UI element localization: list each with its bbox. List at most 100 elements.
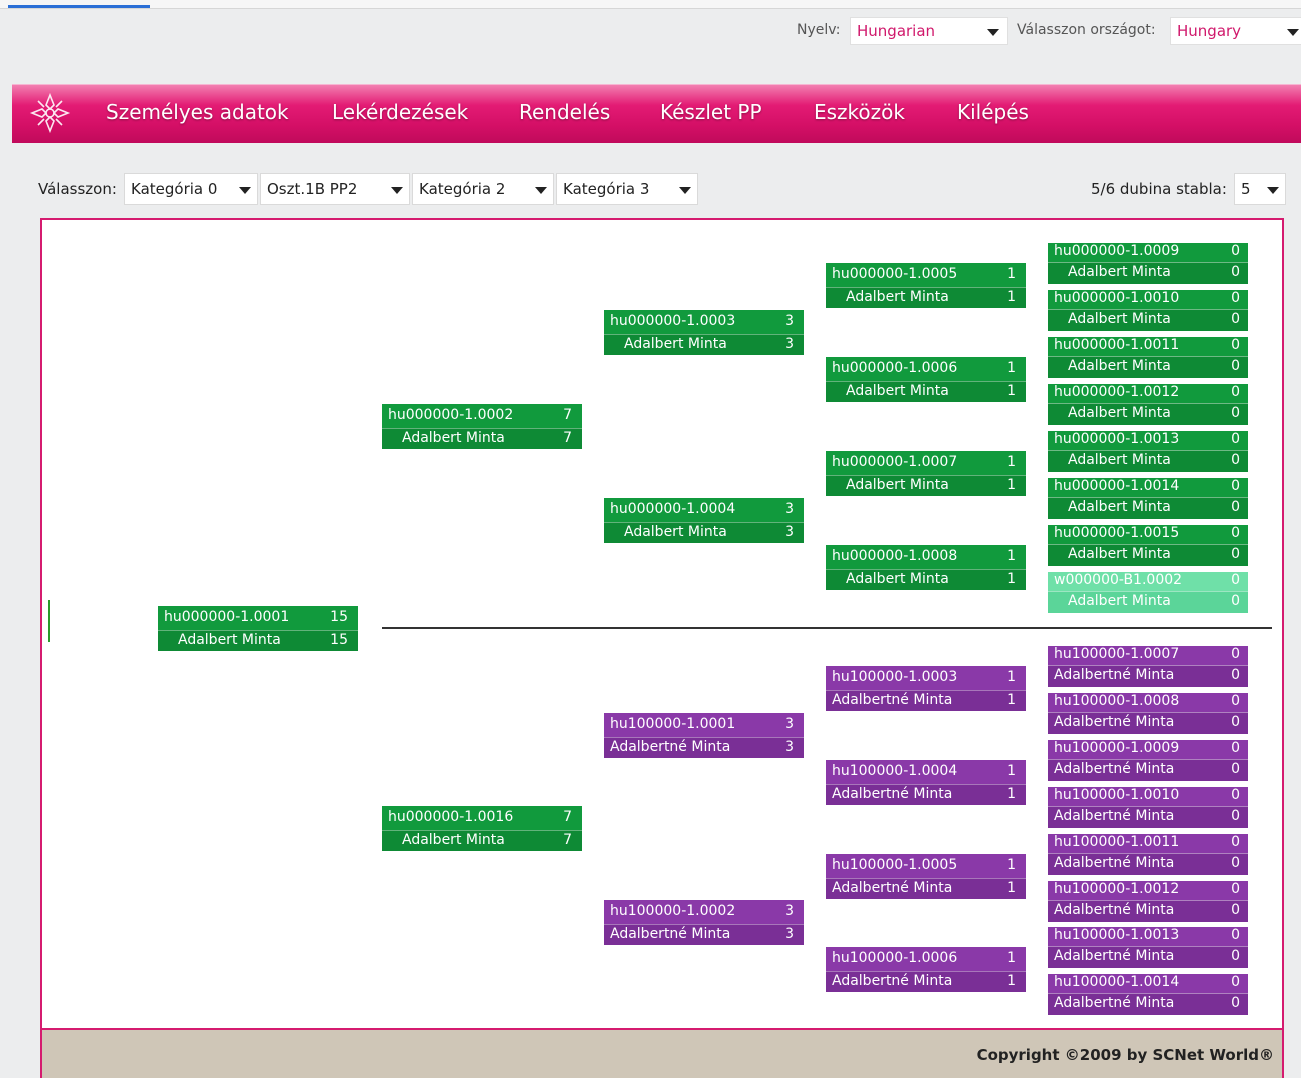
node-name-row: Adalbertné Minta 1 [826, 784, 1026, 805]
chevron-down-icon [239, 187, 251, 194]
nav-item-keszlet-pp[interactable]: Készlet PP [660, 100, 762, 124]
language-select-value: Hungarian [857, 22, 936, 40]
tree-node[interactable]: hu100000-1.0002 3 Adalbertné Minta 3 [604, 900, 804, 945]
node-id: hu000000-1.0014 [1054, 478, 1180, 494]
node-id: hu100000-1.0002 [610, 903, 736, 919]
tree-node[interactable]: hu000000-1.0003 3 Adalbert Minta 3 [604, 310, 804, 355]
tree-node[interactable]: hu100000-1.0013 0 Adalbertné Minta 0 [1048, 927, 1248, 968]
node-name-count: 1 [1007, 289, 1016, 305]
nav-item-lekerdezesek[interactable]: Lekérdezések [332, 100, 468, 124]
node-name: Adalbert Minta [846, 289, 949, 305]
tree-node[interactable]: hu100000-1.0009 0 Adalbertné Minta 0 [1048, 740, 1248, 781]
tree-node[interactable]: hu000000-1.0002 7 Adalbert Minta 7 [382, 404, 582, 449]
node-name: Adalbertné Minta [1054, 902, 1175, 918]
language-select[interactable]: Hungarian [850, 17, 1008, 45]
node-name-row: Adalbert Minta 1 [826, 475, 1026, 496]
node-name-count: 3 [785, 524, 794, 540]
node-name-row: Adalbert Minta 1 [826, 569, 1026, 590]
node-name-count: 1 [1007, 383, 1016, 399]
node-name-count: 15 [330, 632, 348, 648]
tree-node[interactable]: hu100000-1.0005 1 Adalbertné Minta 1 [826, 854, 1026, 899]
node-count: 15 [330, 609, 348, 625]
node-id-row: hu000000-1.0009 0 [1048, 243, 1248, 262]
node-name-count: 1 [1007, 973, 1016, 989]
node-count: 0 [1231, 693, 1240, 709]
tree-node[interactable]: hu000000-1.0009 0 Adalbert Minta 0 [1048, 243, 1248, 284]
nav-item-kilepes[interactable]: Kilépés [957, 100, 1029, 124]
node-name-row: Adalbert Minta 0 [1048, 309, 1248, 331]
tree-node[interactable]: hu100000-1.0014 0 Adalbertné Minta 0 [1048, 974, 1248, 1015]
node-name: Adalbert Minta [1068, 264, 1171, 280]
node-name: Adalbert Minta [1068, 593, 1171, 609]
tree-node[interactable]: hu000000-1.0006 1 Adalbert Minta 1 [826, 357, 1026, 402]
tree-node[interactable]: hu000000-1.0012 0 Adalbert Minta 0 [1048, 384, 1248, 425]
node-name-row: Adalbertné Minta 0 [1048, 806, 1248, 828]
country-select[interactable]: Hungary [1170, 17, 1301, 45]
node-count: 0 [1231, 478, 1240, 494]
node-count: 1 [1007, 548, 1016, 564]
node-id: hu000000-1.0001 [164, 609, 290, 625]
node-name-row: Adalbert Minta 15 [158, 630, 358, 651]
node-id-row: hu100000-1.0008 0 [1048, 693, 1248, 712]
tree-depth-select[interactable]: 5 [1234, 173, 1286, 205]
category-0-select[interactable]: Kategória 0 [124, 173, 258, 205]
node-id: hu100000-1.0013 [1054, 927, 1180, 943]
tree-node[interactable]: hu100000-1.0001 3 Adalbertné Minta 3 [604, 713, 804, 758]
branch-divider [382, 627, 1272, 629]
node-name-count: 3 [785, 336, 794, 352]
nav-item-eszkozok[interactable]: Eszközök [814, 100, 905, 124]
tree-node[interactable]: hu100000-1.0006 1 Adalbertné Minta 1 [826, 947, 1026, 992]
node-count: 1 [1007, 360, 1016, 376]
node-name-row: Adalbert Minta 1 [826, 287, 1026, 308]
tree-node[interactable]: hu100000-1.0004 1 Adalbertné Minta 1 [826, 760, 1026, 805]
node-name-count: 0 [1231, 995, 1240, 1011]
tree-node[interactable]: w000000-B1.0002 0 Adalbert Minta 0 [1048, 572, 1248, 613]
tree-node[interactable]: hu100000-1.0011 0 Adalbertné Minta 0 [1048, 834, 1248, 875]
node-name-row: Adalbertné Minta 1 [826, 878, 1026, 899]
node-id: hu000000-1.0012 [1054, 384, 1180, 400]
tree-node[interactable]: hu000000-1.0013 0 Adalbert Minta 0 [1048, 431, 1248, 472]
top-accent-line [8, 5, 150, 8]
tree-node[interactable]: hu000000-1.0007 1 Adalbert Minta 1 [826, 451, 1026, 496]
node-id-row: hu000000-1.0005 1 [826, 263, 1026, 287]
class-select[interactable]: Oszt.1B PP2 [260, 173, 410, 205]
tree-node[interactable]: hu000000-1.0005 1 Adalbert Minta 1 [826, 263, 1026, 308]
node-id: hu100000-1.0009 [1054, 740, 1180, 756]
tree-node[interactable]: hu000000-1.0011 0 Adalbert Minta 0 [1048, 337, 1248, 378]
category-3-select[interactable]: Kategória 3 [556, 173, 698, 205]
node-id-row: hu000000-1.0010 0 [1048, 290, 1248, 309]
tree-node[interactable]: hu000000-1.0004 3 Adalbert Minta 3 [604, 498, 804, 543]
footer: Copyright ©2009 by SCNet World® [40, 1028, 1284, 1078]
node-id: hu100000-1.0010 [1054, 787, 1180, 803]
node-name-count: 0 [1231, 855, 1240, 871]
tree-node[interactable]: hu100000-1.0003 1 Adalbertné Minta 1 [826, 666, 1026, 711]
tree-node[interactable]: hu000000-1.0010 0 Adalbert Minta 0 [1048, 290, 1248, 331]
tree-node[interactable]: hu000000-1.0001 15 Adalbert Minta 15 [158, 606, 358, 651]
node-count: 0 [1231, 384, 1240, 400]
tree-node[interactable]: hu100000-1.0007 0 Adalbertné Minta 0 [1048, 646, 1248, 687]
node-name-row: Adalbert Minta 1 [826, 381, 1026, 402]
category-3-value: Kategória 3 [563, 180, 650, 198]
tree-node[interactable]: hu000000-1.0014 0 Adalbert Minta 0 [1048, 478, 1248, 519]
class-value: Oszt.1B PP2 [267, 180, 358, 198]
nav-item-rendeles[interactable]: Rendelés [519, 100, 610, 124]
nav-item-szemelyes-adatok[interactable]: Személyes adatok [106, 100, 289, 124]
node-count: 1 [1007, 266, 1016, 282]
tree-node[interactable]: hu100000-1.0012 0 Adalbertné Minta 0 [1048, 881, 1248, 922]
node-id-row: hu000000-1.0012 0 [1048, 384, 1248, 403]
node-name-count: 7 [563, 430, 572, 446]
node-name: Adalbertné Minta [610, 926, 731, 942]
node-name-count: 0 [1231, 714, 1240, 730]
node-id: hu100000-1.0005 [832, 857, 958, 873]
tree-node[interactable]: hu100000-1.0008 0 Adalbertné Minta 0 [1048, 693, 1248, 734]
node-id: hu000000-1.0003 [610, 313, 736, 329]
tree-node[interactable]: hu000000-1.0016 7 Adalbert Minta 7 [382, 806, 582, 851]
category-2-select[interactable]: Kategória 2 [412, 173, 554, 205]
tree-node[interactable]: hu000000-1.0008 1 Adalbert Minta 1 [826, 545, 1026, 590]
node-name: Adalbert Minta [624, 336, 727, 352]
tree-node[interactable]: hu000000-1.0015 0 Adalbert Minta 0 [1048, 525, 1248, 566]
tree-node[interactable]: hu100000-1.0010 0 Adalbertné Minta 0 [1048, 787, 1248, 828]
node-id-row: hu100000-1.0002 3 [604, 900, 804, 924]
node-id-row: hu000000-1.0007 1 [826, 451, 1026, 475]
category-2-value: Kategória 2 [419, 180, 506, 198]
